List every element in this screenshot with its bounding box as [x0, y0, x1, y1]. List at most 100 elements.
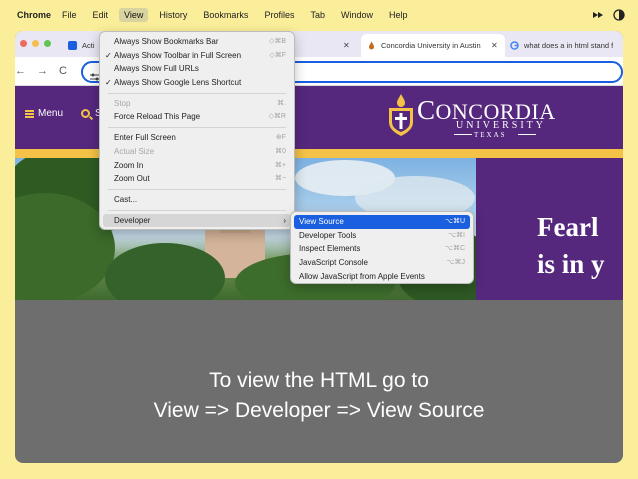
menu-profiles[interactable]: Profiles [259, 8, 299, 22]
status-icons [592, 9, 625, 21]
menu-item-shortcut: ⌘+ [274, 161, 286, 169]
menu-item-shortcut: ⌥⌘I [447, 231, 465, 239]
menu-label: Menu [38, 108, 64, 119]
slide-caption: To view the HTML go to View => Developer… [15, 366, 623, 426]
menu-item-always-show-google-lens[interactable]: ✓ Always Show Google Lens Shortcut [100, 76, 294, 90]
menu-item-shortcut: ◇⌘B [268, 38, 286, 45]
logo-texas: TEXAS [474, 131, 507, 139]
menu-item-label: JavaScript Console [299, 258, 368, 268]
window-controls [20, 40, 51, 47]
search-icon[interactable] [81, 109, 90, 118]
menu-item-label: Zoom In [114, 160, 144, 170]
menu-item-developer-tools[interactable]: Developer Tools ⌥⌘I [291, 229, 473, 243]
hero-line-1: Fearl [537, 212, 599, 242]
menu-item-developer[interactable]: Developer › [103, 213, 291, 228]
checkmark-icon: ✓ [105, 78, 112, 88]
menu-item-shortcut: ◇⌘R [268, 113, 286, 121]
menu-item-shortcut: ⌘. [277, 99, 286, 107]
menu-item-label: Force Reload This Page [114, 112, 201, 122]
menu-view[interactable]: View [119, 8, 149, 22]
menu-help[interactable]: Help [384, 8, 413, 22]
menu-item-cast[interactable]: Cast... [100, 193, 294, 207]
tab-title: what does a in html stand f [524, 41, 614, 50]
close-window-icon[interactable] [20, 40, 27, 47]
menu-item-label: View Source [299, 217, 344, 226]
menu-item-shortcut: ⌥⌘J [446, 259, 465, 267]
menu-tab[interactable]: Tab [305, 8, 330, 22]
caption-line-1: To view the HTML go to [209, 369, 429, 392]
menu-item-enter-full-screen[interactable]: Enter Full Screen ⊕F [100, 131, 294, 145]
menu-bookmarks[interactable]: Bookmarks [198, 8, 253, 22]
app-menu-chrome[interactable]: Chrome [17, 10, 51, 20]
back-icon[interactable]: ← [15, 65, 26, 77]
menu-item-shortcut: ⊕F [275, 134, 286, 142]
minimize-window-icon[interactable] [32, 40, 39, 47]
hero-headline: Fearl is in y [537, 209, 605, 283]
macos-menu-bar: Chrome File Edit View History Bookmarks … [0, 0, 638, 30]
menu-item-always-show-bookmarks-bar[interactable]: Always Show Bookmarks Bar ◇⌘B [100, 35, 294, 49]
menu-item-label: Enter Full Screen [114, 133, 176, 143]
menu-item-label: Always Show Google Lens Shortcut [114, 78, 242, 88]
close-tab-icon[interactable]: ✕ [343, 41, 350, 50]
menu-item-label: Inspect Elements [299, 244, 361, 254]
logo-rule-left [454, 134, 472, 135]
logo-rule-right [518, 134, 536, 135]
menu-item-stop: Stop ⌘. [100, 97, 294, 111]
menu-item-label: Always Show Full URLs [114, 64, 199, 74]
menu-history[interactable]: History [154, 8, 192, 22]
menu-item-label: Always Show Bookmarks Bar [114, 37, 219, 46]
google-favicon-icon [510, 41, 519, 50]
focus-arrow-icon[interactable] [592, 9, 604, 21]
menu-item-javascript-console[interactable]: JavaScript Console ⌥⌘J [291, 256, 473, 270]
menu-item-label: Developer [114, 215, 151, 225]
menu-window[interactable]: Window [336, 8, 378, 22]
menu-item-label: Actual Size [114, 146, 155, 156]
dark-mode-icon[interactable] [613, 9, 625, 21]
concordia-logo[interactable]: CONCORDIA UNIVERSITY TEXAS [388, 90, 578, 145]
menu-item-zoom-in[interactable]: Zoom In ⌘+ [100, 159, 294, 173]
site-menu-button[interactable]: Menu [25, 108, 63, 119]
menu-item-allow-js-apple-events[interactable]: Allow JavaScript from Apple Events [291, 270, 473, 284]
concordia-crest-icon [388, 94, 414, 136]
view-menu-dropdown: Always Show Bookmarks Bar ◇⌘B ✓ Always S… [99, 31, 295, 230]
menu-file[interactable]: File [57, 8, 82, 22]
logo-university: UNIVERSITY [456, 120, 546, 131]
logo-initial: C [417, 95, 436, 125]
close-tab-icon[interactable]: ✕ [491, 41, 498, 50]
zoom-window-icon[interactable] [44, 40, 51, 47]
menu-item-label: Zoom Out [114, 174, 150, 184]
menu-item-shortcut: ⌘− [274, 175, 286, 183]
menu-item-actual-size: Actual Size ⌘0 [100, 145, 294, 159]
menu-item-shortcut: ⌘0 [275, 147, 286, 155]
reload-icon[interactable]: C [59, 65, 67, 77]
menu-item-zoom-out[interactable]: Zoom Out ⌘− [100, 172, 294, 186]
menu-separator [108, 92, 286, 94]
menu-separator [108, 188, 286, 190]
menu-item-label: Developer Tools [299, 230, 357, 240]
menu-item-force-reload[interactable]: Force Reload This Page ◇⌘R [100, 110, 294, 124]
tab-concordia[interactable]: Concordia University in Austin [361, 34, 505, 57]
forward-icon[interactable]: → [37, 65, 48, 77]
menu-item-inspect-elements[interactable]: Inspect Elements ⌥⌘C [291, 242, 473, 256]
tab-title: Concordia University in Austin [381, 41, 481, 50]
menu-edit[interactable]: Edit [88, 8, 114, 22]
tab-favicon-icon [68, 41, 77, 50]
developer-submenu: View Source ⌥⌘U Developer Tools ⌥⌘I Insp… [290, 211, 474, 284]
hamburger-icon [25, 109, 34, 118]
tab-google-search[interactable]: what does a in html stand f [510, 34, 623, 57]
menu-item-shortcut: ⌥⌘U [444, 218, 465, 225]
menu-item-always-show-toolbar-fullscreen[interactable]: ✓ Always Show Toolbar in Full Screen ◇⌘F [100, 49, 294, 63]
menu-item-shortcut: ◇⌘F [269, 51, 286, 59]
menu-item-view-source[interactable]: View Source ⌥⌘U [294, 215, 470, 229]
menu-separator [108, 209, 286, 211]
menu-item-label: Allow JavaScript from Apple Events [299, 271, 425, 281]
submenu-chevron-icon: › [283, 215, 286, 225]
flame-favicon-icon [367, 41, 376, 50]
tab-title: Acti [82, 41, 95, 50]
menu-item-always-show-full-urls[interactable]: Always Show Full URLs [100, 62, 294, 76]
checkmark-icon: ✓ [105, 50, 112, 60]
menu-item-label: Stop [114, 98, 131, 108]
hero-line-2: is in y [537, 249, 605, 279]
menu-item-label: Cast... [114, 194, 138, 204]
menu-item-label: Always Show Toolbar in Full Screen [114, 50, 242, 60]
